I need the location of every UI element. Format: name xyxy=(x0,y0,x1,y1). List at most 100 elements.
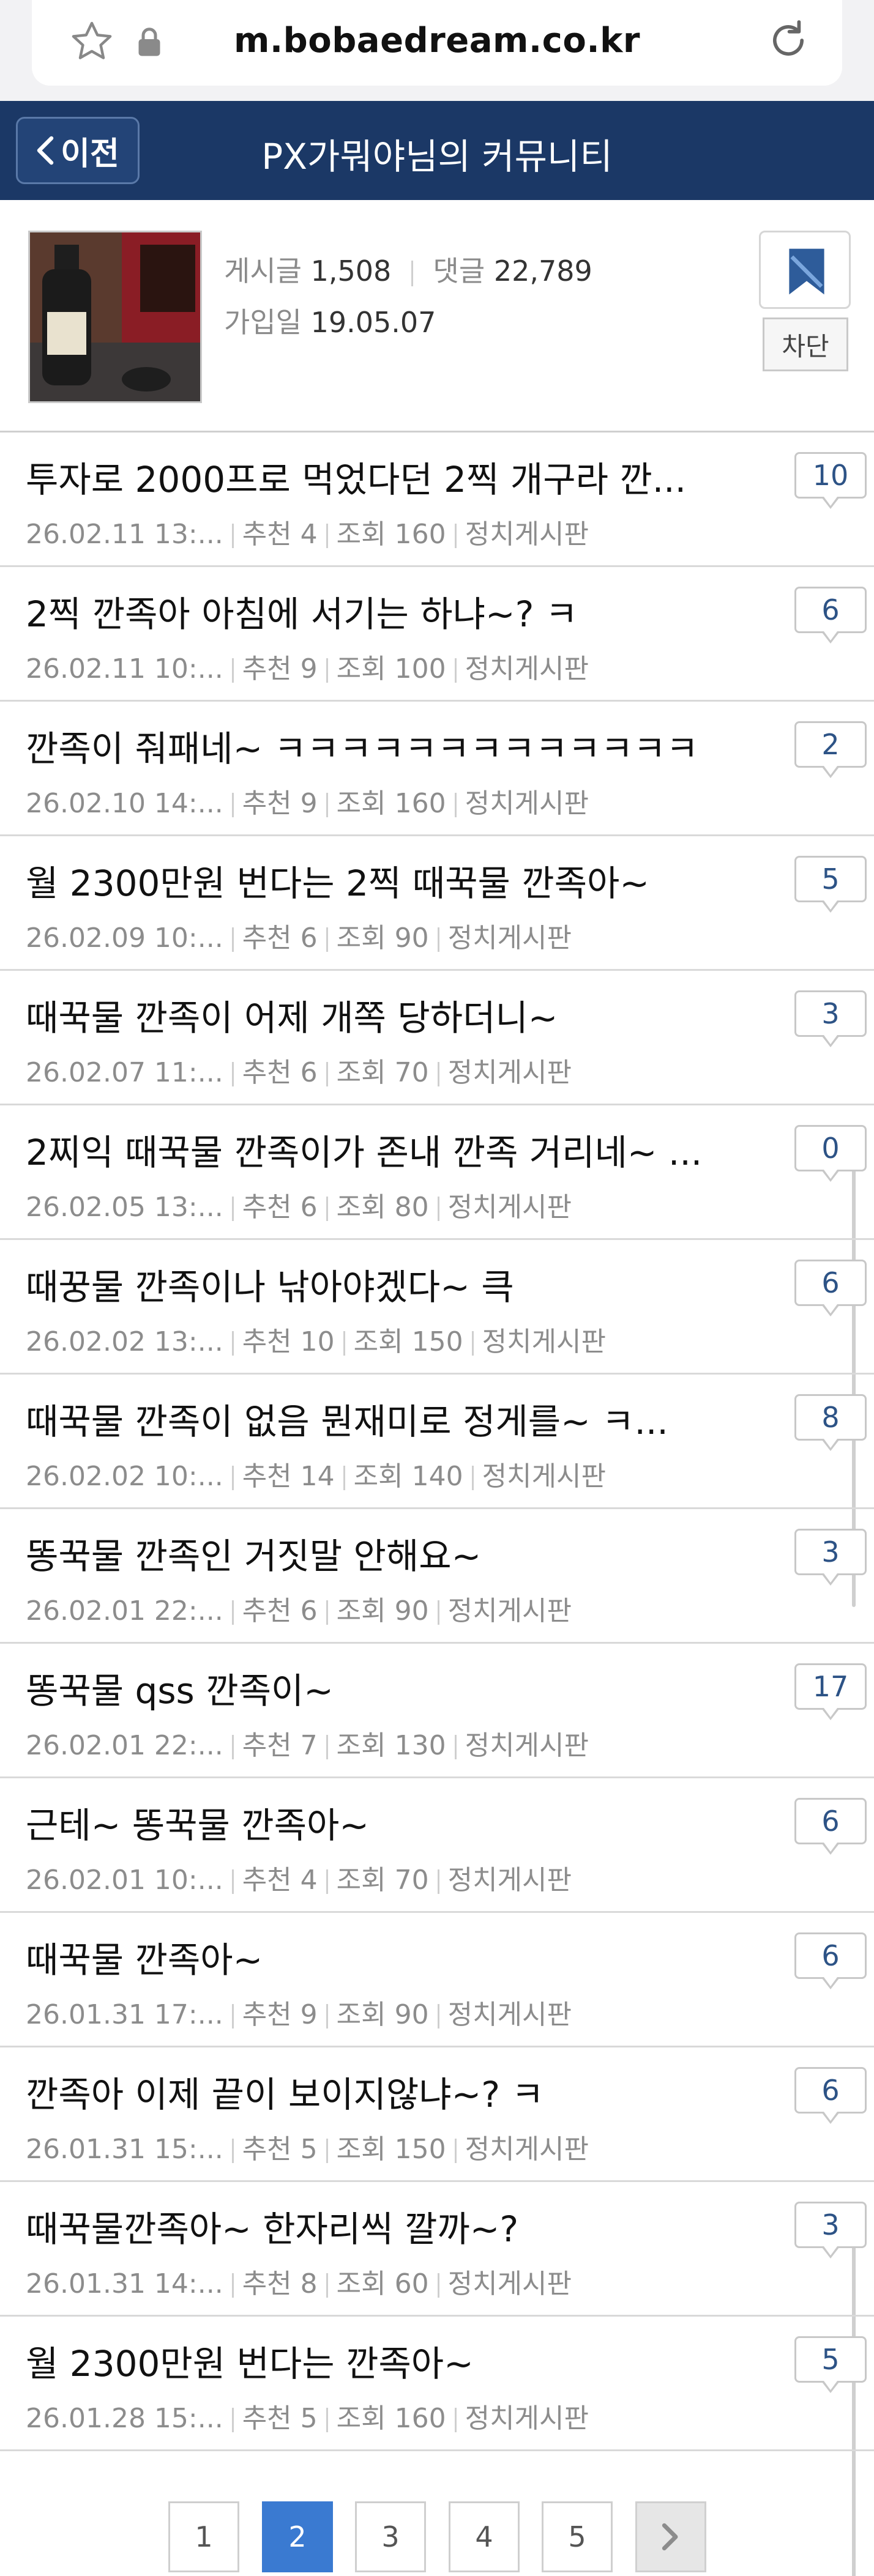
post-title[interactable]: 때꿍물 깐족이나 낚아야겠다~ 큭 xyxy=(26,1258,730,1310)
post-title[interactable]: 때꾹물 깐족이 없음 뭔재미로 정게를~ ㅋ... xyxy=(26,1393,730,1444)
comment-count-badge[interactable]: 6 xyxy=(794,2067,867,2124)
post-row[interactable]: 때꾹물 깐족아~ 26.01.31 17:... 추천 9 조회 90 정치게시판 6 xyxy=(0,1913,874,2047)
post-board[interactable]: 정치게시판 xyxy=(448,1999,572,2030)
star-icon[interactable] xyxy=(69,18,115,65)
post-title[interactable]: 깐족이 줘패네~ ㅋㅋㅋㅋㅋㅋㅋㅋㅋㅋㅋㅋㅋ xyxy=(26,720,730,771)
post-date: 26.02.05 13:... xyxy=(26,1192,223,1223)
comment-count-badge[interactable]: 0 xyxy=(794,1125,867,1182)
post-board[interactable]: 정치게시판 xyxy=(448,2268,572,2299)
post-recommend: 추천 10 xyxy=(242,1326,335,1357)
divider xyxy=(326,2273,328,2298)
post-board[interactable]: 정치게시판 xyxy=(465,1730,589,1761)
post-title[interactable]: 때꾹물깐족아~ 한자리씩 깔까~? xyxy=(26,2200,730,2252)
post-recommend: 추천 5 xyxy=(242,2134,318,2165)
divider xyxy=(231,1331,234,1356)
post-row[interactable]: 깐족아 이제 끝이 보이지않냐~? ㅋ 26.01.31 15:... 추천 5 조회… xyxy=(0,2047,874,2182)
comment-count-badge[interactable]: 8 xyxy=(794,1394,867,1451)
page-button[interactable]: 2 xyxy=(262,2501,333,2572)
url-text[interactable]: m.bobaedream.co.kr xyxy=(184,21,690,61)
post-row[interactable]: 2찌익 때꾹물 깐족이가 존내 깐족 거리네~ ... 26.02.05 13:.… xyxy=(0,1105,874,1240)
post-board[interactable]: 정치게시판 xyxy=(448,1865,572,1896)
divider xyxy=(471,1466,474,1490)
post-date: 26.02.10 14:... xyxy=(26,788,223,819)
post-title[interactable]: 월 2300만원 번다는 깐족아~ xyxy=(26,2335,730,2386)
comment-count-badge[interactable]: 6 xyxy=(794,1798,867,1855)
post-title[interactable]: 투자로 2000프로 먹었다던 2찍 개구라 깐... xyxy=(26,451,730,502)
comments-label: 댓글 xyxy=(433,254,485,288)
page-button[interactable]: 5 xyxy=(542,2501,613,2572)
post-date: 26.01.28 15:... xyxy=(26,2403,223,2434)
post-title[interactable]: 똥꾹물 qss 깐족이~ xyxy=(26,1662,730,1713)
divider xyxy=(437,1600,439,1625)
back-button[interactable]: 이전 xyxy=(16,117,140,184)
post-row[interactable]: 때꿍물 깐족이나 낚아야겠다~ 큭 26.02.02 13:... 추천 10 조회 … xyxy=(0,1240,874,1375)
post-views: 조회 140 xyxy=(353,1461,463,1492)
chevron-left-icon xyxy=(37,136,54,165)
divider xyxy=(231,1062,234,1086)
post-board[interactable]: 정치게시판 xyxy=(448,1595,572,1627)
post-date: 26.02.01 10:... xyxy=(26,1865,223,1896)
comment-count-badge[interactable]: 3 xyxy=(794,1529,867,1586)
divider xyxy=(231,658,234,683)
post-row[interactable]: 때꾹물깐족아~ 한자리씩 깔까~? 26.01.31 14:... 추천 8 조회 6… xyxy=(0,2182,874,2317)
post-board[interactable]: 정치게시판 xyxy=(482,1461,606,1492)
post-board[interactable]: 정치게시판 xyxy=(465,2134,589,2165)
post-board[interactable]: 정치게시판 xyxy=(465,788,589,819)
post-row[interactable]: 똥꾹물 깐족인 거짓말 안해요~ 26.02.01 22:... 추천 6 조회 90… xyxy=(0,1509,874,1644)
reload-icon[interactable] xyxy=(765,16,812,65)
block-button[interactable]: 차단 xyxy=(763,317,848,371)
post-title[interactable]: 똥꾹물 깐족인 거짓말 안해요~ xyxy=(26,1527,730,1579)
comment-count-badge[interactable]: 6 xyxy=(794,1260,867,1316)
post-title[interactable]: 때꾹물 깐족아~ xyxy=(26,1931,730,1983)
post-board[interactable]: 정치게시판 xyxy=(448,922,572,954)
post-recommend: 추천 9 xyxy=(242,1999,318,2030)
comment-count-badge[interactable]: 5 xyxy=(794,2336,867,2393)
post-board[interactable]: 정치게시판 xyxy=(465,519,589,550)
post-date: 26.01.31 14:... xyxy=(26,2268,223,2299)
divider xyxy=(437,1062,439,1086)
post-row[interactable]: 때꾹물 깐족이 어제 개쪽 당하더니~ 26.02.07 11:... 추천 6 조회… xyxy=(0,971,874,1105)
post-title[interactable]: 깐족아 이제 끝이 보이지않냐~? ㅋ xyxy=(26,2066,730,2117)
page-button[interactable]: 1 xyxy=(168,2501,239,2572)
post-row[interactable]: 깐족이 줘패네~ ㅋㅋㅋㅋㅋㅋㅋㅋㅋㅋㅋㅋㅋ 26.02.10 14:... 추천 … xyxy=(0,702,874,836)
divider xyxy=(231,2408,234,2432)
comment-count-badge[interactable]: 3 xyxy=(794,990,867,1047)
post-board[interactable]: 정치게시판 xyxy=(448,1057,572,1088)
bookmark-button[interactable] xyxy=(759,231,851,309)
post-board[interactable]: 정치게시판 xyxy=(465,653,589,685)
post-row[interactable]: 똥꾹물 qss 깐족이~ 26.02.01 22:... 추천 7 조회 130 정치게… xyxy=(0,1644,874,1778)
divider xyxy=(231,1600,234,1625)
divider xyxy=(326,2408,328,2432)
post-row[interactable]: 근테~ 똥꾹물 깐족아~ 26.02.01 10:... 추천 4 조회 70 정치게시… xyxy=(0,1778,874,1913)
page-button[interactable]: 3 xyxy=(355,2501,426,2572)
divider xyxy=(231,927,234,952)
comment-count-badge[interactable]: 3 xyxy=(794,2202,867,2259)
post-board[interactable]: 정치게시판 xyxy=(465,2403,589,2434)
post-meta: 26.01.31 15:... 추천 5 조회 150 정치게시판 xyxy=(26,2127,589,2166)
divider xyxy=(437,2273,439,2298)
comment-count-badge[interactable]: 6 xyxy=(794,1932,867,1989)
post-title[interactable]: 2찌익 때꾹물 깐족이가 존내 깐족 거리네~ ... xyxy=(26,1124,730,1175)
post-recommend: 추천 4 xyxy=(242,519,318,550)
comment-count-badge[interactable]: 17 xyxy=(794,1663,867,1720)
divider xyxy=(231,2004,234,2029)
comment-count-badge[interactable]: 5 xyxy=(794,856,867,913)
post-row[interactable]: 2찍 깐족아 아침에 서기는 하냐~? ㅋ 26.02.11 10:... 추천 9… xyxy=(0,567,874,702)
post-title[interactable]: 월 2300만원 번다는 2찍 때꾹물 깐족아~ xyxy=(26,855,730,906)
comment-count-badge[interactable]: 6 xyxy=(794,587,867,644)
post-title[interactable]: 2찍 깐족아 아침에 서기는 하냐~? ㅋ xyxy=(26,585,730,637)
post-row[interactable]: 월 2300만원 번다는 2찍 때꾹물 깐족아~ 26.02.09 10:... 추… xyxy=(0,836,874,971)
divider xyxy=(231,2139,234,2163)
next-page-button[interactable] xyxy=(635,2501,706,2572)
post-board[interactable]: 정치게시판 xyxy=(482,1326,606,1357)
post-title[interactable]: 근테~ 똥꾹물 깐족아~ xyxy=(26,1797,730,1848)
post-title[interactable]: 때꾹물 깐족이 어제 개쪽 당하더니~ xyxy=(26,989,730,1041)
post-row[interactable]: 투자로 2000프로 먹었다던 2찍 개구라 깐... 26.02.11 13:.… xyxy=(0,432,874,567)
comment-count-badge[interactable]: 2 xyxy=(794,721,867,778)
post-row[interactable]: 월 2300만원 번다는 깐족아~ 26.01.28 15:... 추천 5 조회 1… xyxy=(0,2317,874,2451)
divider xyxy=(343,1331,345,1356)
comment-count-badge[interactable]: 10 xyxy=(794,452,867,509)
post-row[interactable]: 때꾹물 깐족이 없음 뭔재미로 정게를~ ㅋ... 26.02.02 10:...… xyxy=(0,1375,874,1509)
page-button[interactable]: 4 xyxy=(449,2501,520,2572)
post-board[interactable]: 정치게시판 xyxy=(448,1192,572,1223)
